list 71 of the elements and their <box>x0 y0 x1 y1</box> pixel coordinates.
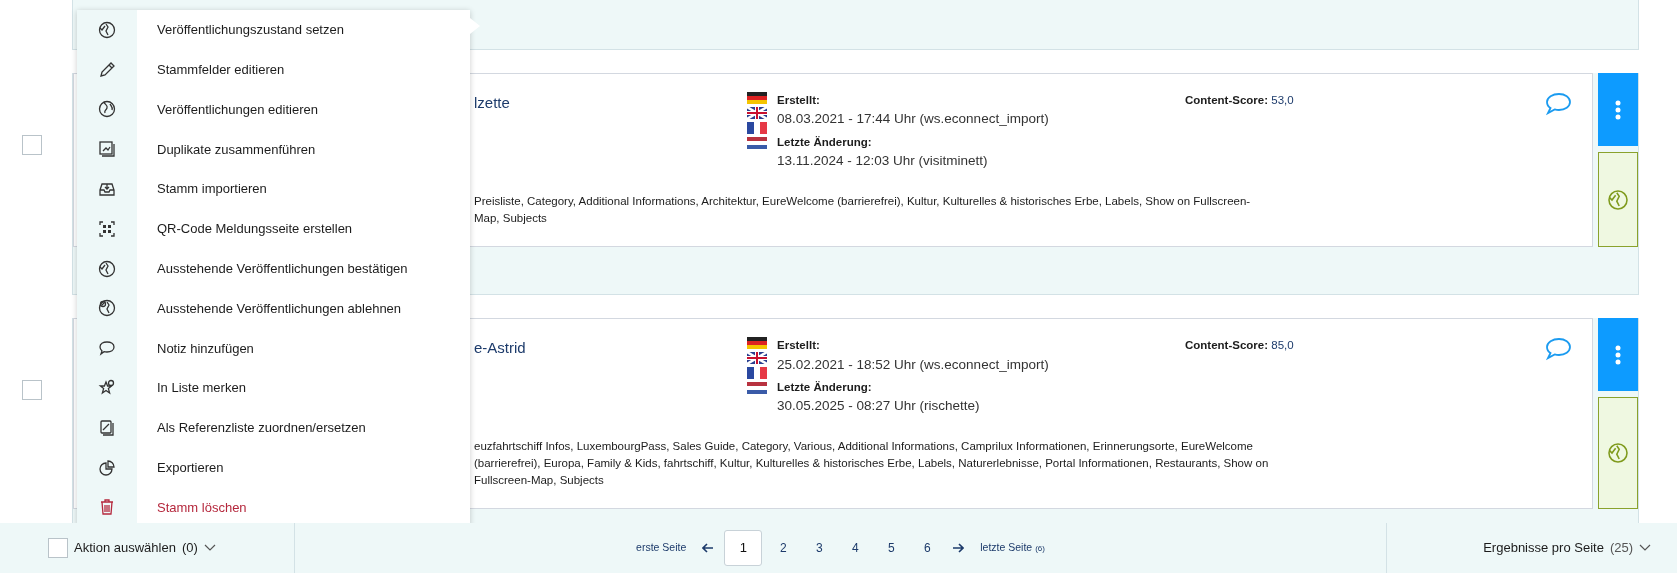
speech-bubble-icon[interactable] <box>1544 337 1573 362</box>
flag-icon <box>747 107 767 119</box>
entry-title[interactable]: e-Astrid <box>474 337 747 421</box>
action-dropdown[interactable]: Aktion auswählen (0) <box>74 538 216 558</box>
globe-block-icon <box>97 298 117 319</box>
created-value: 25.02.2021 - 18:52 Uhr (ws.econnect_import) <box>777 355 1050 374</box>
menu-item[interactable]: Duplikate zusammenführen <box>77 129 470 170</box>
menu-item[interactable]: In Liste merken <box>77 368 470 408</box>
page-button[interactable]: 3 <box>804 532 835 564</box>
flag-icon <box>747 337 767 350</box>
image-stack-icon <box>97 139 117 160</box>
per-page-dropdown[interactable]: Ergebnisse pro Seite (25) <box>1483 538 1651 558</box>
globe-clock-icon <box>1606 187 1631 212</box>
flag-icon <box>747 367 767 380</box>
menu-item[interactable]: Veröffentlichungen editieren <box>77 89 470 130</box>
changed-label: Letzte Änderung: <box>777 134 873 150</box>
menu-item[interactable]: Stamm importieren <box>77 169 470 209</box>
chevron-down-icon <box>203 544 216 552</box>
tag-list: euzfahrtschiff Infos, LuxembourgPass, Sales Guide, Category, Various, Additional Informations, Camprilux Informationen, Erinnerungsorte, EureWelcome (barrierefrei), Europa, Family & Kids, fahrtschiff, Kultur, Kulturelles & historisches Erbe, Labels, Naturerlebnisse, Portal Informationen, Restaurants, Show on Fullscreen-Map, Subjects <box>474 438 1274 489</box>
more-button[interactable] <box>1598 73 1638 146</box>
created-label: Erstellt: <box>777 338 821 354</box>
speech-bubble-icon[interactable] <box>1544 92 1573 116</box>
page-button[interactable]: 5 <box>876 532 907 564</box>
score-value: 85,0 <box>1271 339 1294 352</box>
flag-icon <box>747 382 767 395</box>
flag-icon <box>747 352 767 365</box>
page-button[interactable]: 1 <box>724 530 763 566</box>
qr-code-icon <box>97 218 117 239</box>
flag-icon <box>747 137 767 149</box>
tag-list: Preisliste, Category, Additional Informations, Architektur, EureWelcome (barrierefrei), Kultur, Kulturelles & historisches Erbe, Labels, Show on Fullscreen-Map, Subjects <box>474 193 1274 227</box>
menu-item[interactable]: QR-Code Meldungsseite erstellen <box>77 209 470 249</box>
globe-clock-icon <box>1606 441 1631 466</box>
publish-state-button[interactable] <box>1598 152 1638 248</box>
page-button[interactable]: 2 <box>768 532 799 564</box>
menu-item[interactable]: Notiz hinzufügen <box>77 328 470 369</box>
publish-state-button[interactable] <box>1598 397 1638 510</box>
menu-item[interactable]: Exportieren <box>77 447 470 488</box>
more-icon <box>1615 99 1622 120</box>
changed-label: Letzte Änderung: <box>777 379 873 395</box>
globe-clock-icon <box>97 258 117 279</box>
select-all-checkbox[interactable] <box>48 538 68 558</box>
entry-title[interactable]: lzette <box>474 92 747 175</box>
last-page-link[interactable]: letzte Seite (6) <box>974 540 1051 556</box>
menu-item[interactable]: Als Referenzliste zuordnen/ersetzen <box>77 407 470 448</box>
page-button[interactable]: 6 <box>912 532 943 564</box>
created-label: Erstellt: <box>777 93 821 108</box>
menu-item[interactable]: Stammfelder editieren <box>77 49 470 90</box>
arrow-left-icon <box>702 543 715 553</box>
flag-icon <box>747 92 767 104</box>
globe-icon <box>97 99 117 120</box>
changed-value: 13.11.2024 - 12:03 Uhr (visitminett) <box>777 151 989 170</box>
menu-item[interactable]: Ausstehende Veröffentlichungen ablehnen <box>77 288 470 329</box>
page-button[interactable]: 4 <box>840 532 871 564</box>
score-value: 53,0 <box>1271 94 1294 106</box>
globe-clock-icon <box>97 19 117 40</box>
score-label: Content-Score: <box>1185 94 1270 106</box>
arrow-right-icon <box>952 543 965 553</box>
more-button[interactable] <box>1598 318 1638 392</box>
chevron-down-icon <box>1639 544 1651 552</box>
menu-item[interactable]: Veröffentlichungszustand setzen <box>77 10 470 50</box>
score-label: Content-Score: <box>1185 339 1270 352</box>
document-stack-icon <box>97 417 117 438</box>
changed-value: 30.05.2025 - 08:27 Uhr (rischette) <box>777 397 981 416</box>
menu-item[interactable]: Ausstehende Veröffentlichungen bestätigen <box>77 248 470 289</box>
pie-chart-icon <box>97 457 117 478</box>
flag-icon <box>747 122 767 134</box>
row-checkbox[interactable] <box>22 135 42 155</box>
first-page-link[interactable]: erste Seite <box>630 540 693 556</box>
more-icon <box>1615 344 1622 365</box>
created-value: 08.03.2021 - 17:44 Uhr (ws.econnect_import) <box>777 110 1050 129</box>
row-checkbox[interactable] <box>22 380 42 401</box>
